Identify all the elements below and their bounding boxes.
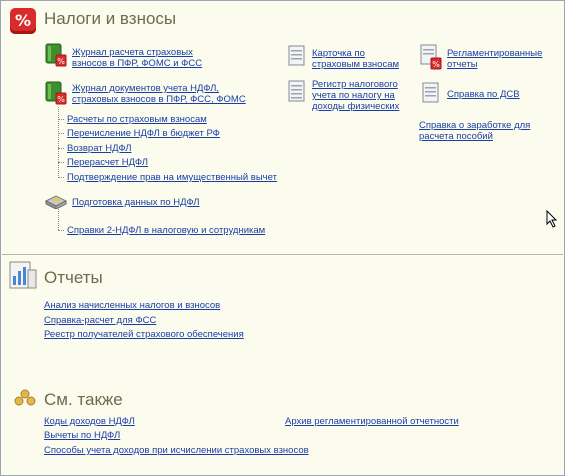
report-link-tax-analysis[interactable]: Анализ начисленных налогов и взносов: [44, 300, 220, 311]
tree-branch: [58, 148, 64, 149]
tree-branch: [58, 177, 64, 178]
card-insurance-link-line2[interactable]: страховым взносам: [312, 59, 399, 70]
see-also-link-deductions[interactable]: Вычеты по НДФЛ: [44, 430, 120, 441]
reports-chart-icon: [9, 261, 37, 289]
reports-panel: [2, 256, 563, 474]
tree-connector: [58, 107, 59, 178]
doc-link-ndfl-refund[interactable]: Возврат НДФЛ: [67, 143, 132, 154]
reports-section-title: Отчеты: [44, 268, 103, 287]
reg-reports-link-line2[interactable]: отчеты: [447, 59, 478, 70]
card-document-icon: [288, 45, 305, 66]
see-also-coins-icon: [14, 389, 36, 406]
see-also-link-income-codes[interactable]: Коды доходов НДФЛ: [44, 416, 135, 427]
tree-branch: [58, 133, 64, 134]
ref-2ndfl-link[interactable]: Справки 2-НДФЛ в налоговую и сотрудникам: [67, 225, 265, 236]
percent-icon: %: [10, 8, 36, 34]
tree-connector: [58, 209, 59, 230]
journal-insurance-link-line1[interactable]: Журнал расчета страховых: [72, 47, 193, 58]
report-link-recipients-registry[interactable]: Реестр получателей страхового обеспечени…: [44, 329, 244, 340]
reg-reports-link-line1[interactable]: Регламентированные: [447, 48, 542, 59]
tree-branch: [58, 162, 64, 163]
tree-branch: [58, 119, 64, 120]
card-insurance-link-line1[interactable]: Карточка по: [312, 48, 365, 59]
svg-text:%: %: [432, 60, 440, 69]
register-ndfl-link-line3[interactable]: доходы физических: [312, 101, 399, 112]
doc-link-ndfl-transfer[interactable]: Перечисление НДФЛ в бюджет РФ: [67, 128, 220, 139]
data-preparation-icon: [44, 195, 68, 209]
svg-text:%: %: [57, 57, 65, 66]
see-also-link-reports-archive[interactable]: Архив регламентированной отчетности: [285, 416, 459, 427]
percent-badge-label: %: [14, 11, 32, 30]
salary-ref-link-line1[interactable]: Справка о заработке для: [419, 120, 530, 131]
report-link-fss-calc[interactable]: Справка-расчет для ФСС: [44, 315, 156, 326]
doc-link-property-deduction[interactable]: Подтверждение прав на имущественный выче…: [67, 172, 277, 183]
svg-text:%: %: [57, 95, 65, 104]
journal-book-icon: %: [45, 43, 67, 67]
doc-link-ndfl-recalc[interactable]: Перерасчет НДФЛ: [67, 157, 148, 168]
register-ndfl-link-line2[interactable]: учета по налогу на: [312, 90, 395, 101]
journal-insurance-link-line2[interactable]: взносов в ПФР, ФОМС и ФСС: [72, 58, 202, 69]
see-also-link-income-accounting[interactable]: Способы учета доходов при исчислении стр…: [44, 445, 309, 456]
salary-ref-link-line2[interactable]: расчета пособий: [419, 131, 493, 142]
dsv-document-icon: [422, 82, 439, 103]
dsv-ref-link[interactable]: Справка по ДСВ: [447, 89, 520, 100]
see-also-section-title: См. также: [44, 390, 123, 409]
section-divider: [2, 254, 563, 255]
prep-ndfl-link[interactable]: Подготовка данных по НДФЛ: [72, 197, 199, 208]
journal-docs-book-icon: %: [45, 81, 67, 105]
register-ndfl-link-line1[interactable]: Регистр налогового: [312, 79, 398, 90]
reg-reports-icon: %: [420, 44, 442, 70]
taxes-section-title: Налоги и взносы: [44, 9, 177, 28]
mouse-cursor-icon: [546, 210, 558, 228]
journal-docs-link-line1[interactable]: Журнал документов учета НДФЛ,: [72, 83, 219, 94]
doc-link-insurance-calc[interactable]: Расчеты по страховым взносам: [67, 114, 207, 125]
journal-docs-link-line2[interactable]: страховых взносов в ПФР, ФСС, ФОМС: [72, 94, 246, 105]
tree-branch: [58, 230, 64, 231]
register-document-icon: [288, 80, 305, 102]
